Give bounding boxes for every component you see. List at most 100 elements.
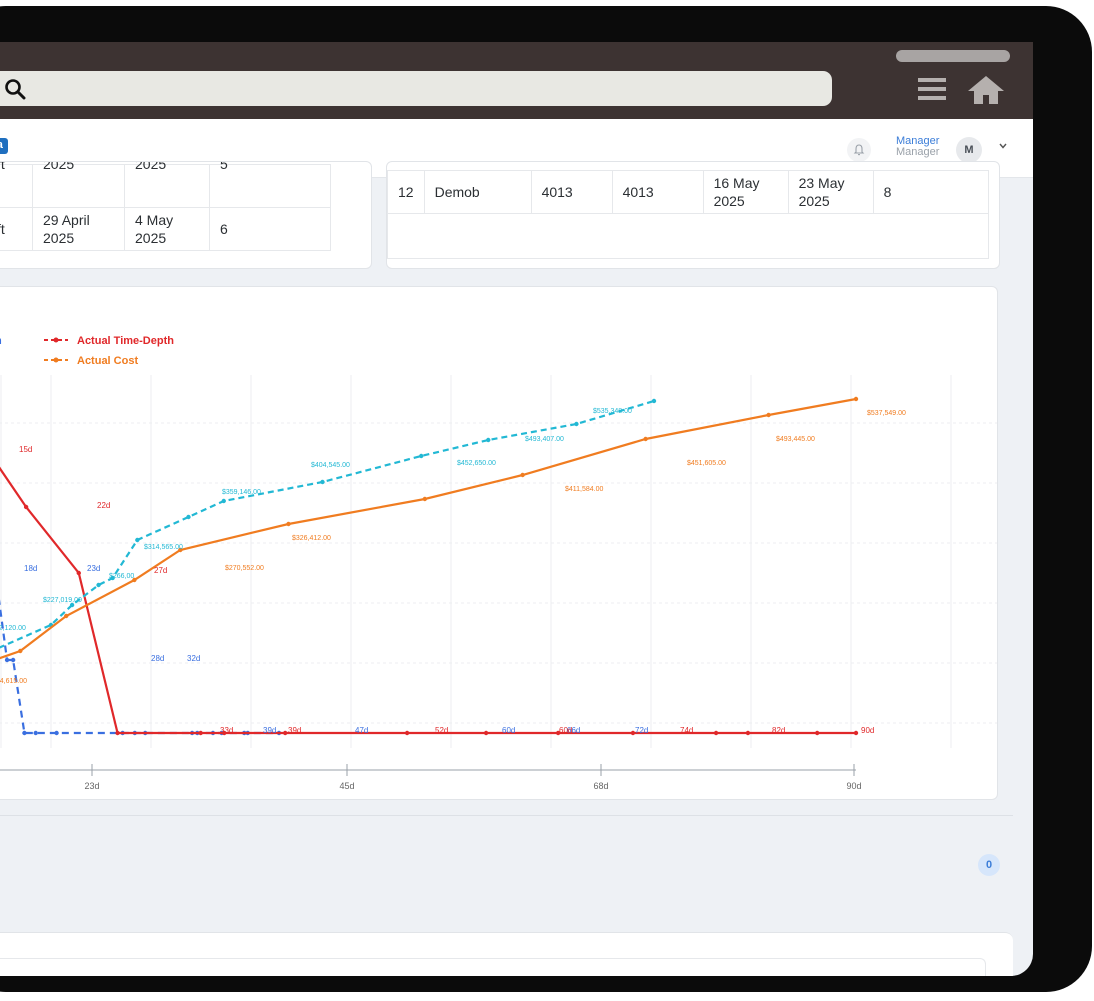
table-cell-to: 4013 [611,170,704,214]
data-label: $537,549.00 [867,410,906,417]
data-point [483,730,489,736]
table-cell-start: 2025 [32,162,125,186]
data-point [115,730,120,736]
table-cell-start: 29 April 2025 [32,207,125,251]
table-cell-phase: Demob [423,170,532,214]
data-point [643,436,648,442]
series-line-3 [0,397,857,660]
data-label: $84,615.00 [0,678,27,685]
legend-label: Actual Time-Depth [77,335,174,347]
data-label: $227,019.00 [43,597,82,604]
section-divider [0,815,1013,816]
table-cell-no: 12 [387,170,425,214]
left-phase-table: 4013 ft 2025 2025 5 4013 ft 29 April 202… [0,161,372,269]
data-label: 39d [288,726,301,735]
data-label: $535,348.00 [593,408,632,415]
data-point [286,521,291,527]
data-point [853,730,859,736]
x-tick-label: 90d [846,781,861,791]
data-point [320,479,325,485]
data-point [574,421,579,427]
x-tick-label: 45d [339,781,354,791]
right-phase-table: 12 Demob 4013 4013 16 May 2025 23 May 20… [386,161,1000,269]
data-label: 72d [635,726,648,735]
data-point [422,496,427,502]
legend-marker [53,337,59,343]
browser-toolbar [0,42,1033,119]
data-label: 32d [187,654,200,663]
data-label: $411,584.00 [565,486,604,493]
bottom-inner-panel [0,958,986,976]
data-label: $493,407.00 [525,436,564,443]
table-cell-end: 4 May 2025 [124,207,210,251]
x-tick-label: 68d [593,781,608,791]
data-point [486,437,491,443]
data-label: $359,146.00 [222,489,261,496]
menu-icon[interactable] [918,76,948,102]
legend-label: Actual Cost [77,355,138,367]
data-label: 82d [772,726,785,735]
data-label: 27d [154,566,167,575]
table-row [387,213,989,259]
data-point [282,730,288,736]
data-point [10,657,16,663]
data-label: $404,545.00 [311,462,350,469]
data-label: 15d [19,445,32,454]
user-info[interactable]: Manager Manager [896,136,939,158]
data-label: 52d [435,726,448,735]
data-point [713,730,719,736]
data-label: $266,00 [109,573,134,580]
data-point [33,730,38,736]
data-point [651,398,657,404]
data-point [766,412,771,418]
data-point [198,730,203,736]
data-point [815,730,820,736]
data-point [18,648,23,654]
data-point [23,504,29,510]
status-pill [896,50,1010,62]
notifications-button[interactable] [847,138,871,162]
table-cell-depth: 4013 ft [0,162,33,186]
data-point [853,396,859,402]
table-row: 4013 ft 2025 2025 5 [0,162,331,186]
data-label: 47d [355,726,368,735]
tablet-frame: 0-alpha Manager Manager M 4013 ft 2025 [0,6,1092,992]
home-icon[interactable] [968,76,1004,104]
table-cell-end: 2025 [124,162,210,186]
screen: 0-alpha Manager Manager M 4013 ft 2025 [0,42,1033,976]
data-point [745,730,751,736]
search-icon[interactable] [4,78,26,100]
data-label: $326,412.00 [292,535,331,542]
data-label: $451,605.00 [687,460,726,467]
table-cell-days: 8 [872,170,989,214]
data-point [96,582,101,588]
table-row: 12 Demob 4013 4013 16 May 2025 23 May 20… [387,170,989,214]
data-point [76,570,81,576]
data-point [520,472,525,478]
data-point [135,537,140,543]
data-point [221,498,226,504]
user-role: Manager [896,146,940,158]
address-bar[interactable] [0,71,832,106]
data-label: 39d [263,726,276,735]
table-cell-days: 6 [209,207,331,251]
data-point [64,613,69,619]
data-point [22,730,27,736]
table-cell-depth: 4013 ft [0,207,33,251]
data-label: 90d [861,726,874,735]
data-point [54,730,59,736]
table-cell-end: 23 May 2025 [787,170,874,214]
legend-label: me-Depth [0,335,2,347]
data-label: $270,552.00 [225,565,264,572]
version-badge: 0-alpha [0,138,9,154]
table-cell-from: 4013 [530,170,613,214]
count-badge: 0 [978,854,1000,876]
data-point [186,514,191,520]
chevron-down-icon[interactable] [998,141,1008,151]
data-label: $314,565.00 [144,544,183,551]
data-point [419,453,424,459]
table-row: 4013 ft 29 April 2025 4 May 2025 6 [0,207,331,251]
avatar[interactable]: M [956,137,982,163]
data-label: $162,120.00 [0,625,26,632]
data-label: 28d [151,654,164,663]
